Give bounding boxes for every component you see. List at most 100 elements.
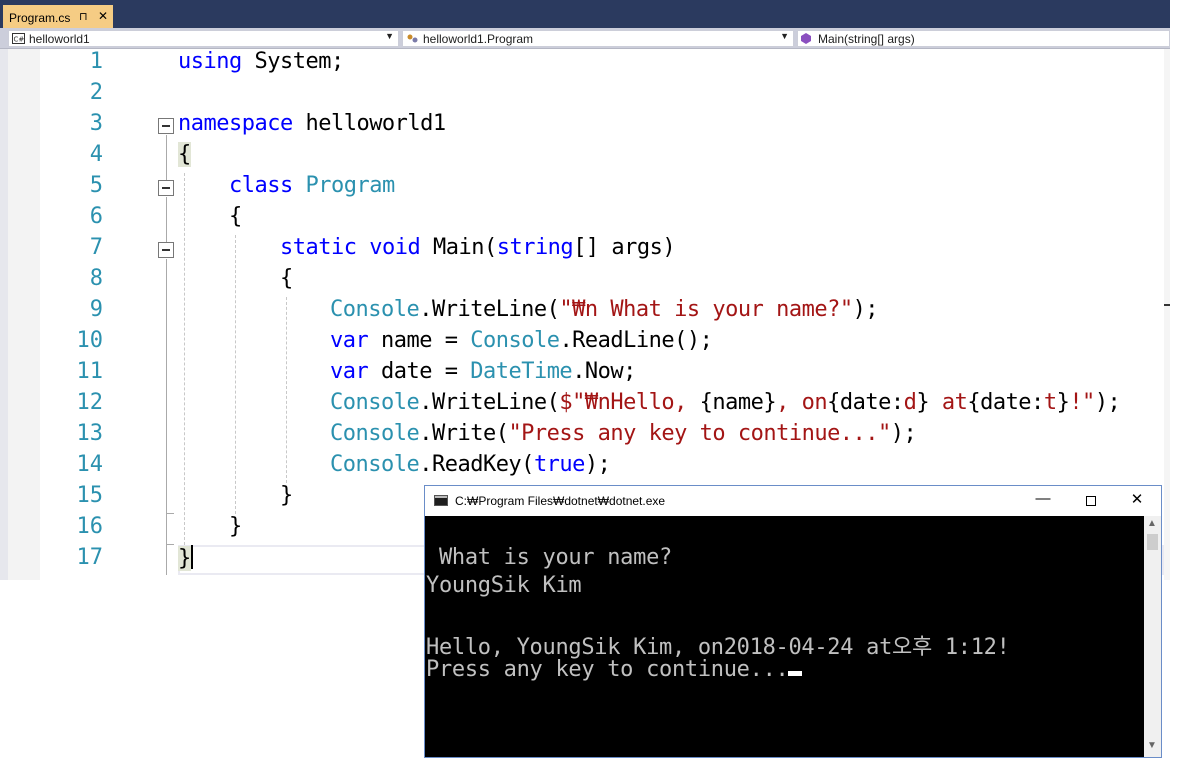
type-name: Console <box>330 452 420 477</box>
class-name: helloworld1.Program <box>423 32 534 46</box>
code-line-11: var date = DateTime.Now; <box>330 359 636 384</box>
code-text: ); <box>852 297 879 322</box>
console-cursor <box>788 671 803 676</box>
string-literal: !" <box>1069 390 1095 415</box>
console-window[interactable]: C:₩Program Files₩dotnet₩dotnet.exe — ✕ W… <box>424 485 1162 758</box>
console-line: Press any key to continue... <box>426 657 789 682</box>
matched-brace: { <box>178 142 191 167</box>
code-text: } <box>280 483 293 508</box>
line-number: 17 <box>76 545 104 570</box>
keyword: true <box>533 452 585 477</box>
format-specifier: t <box>1043 390 1057 415</box>
chevron-down-icon: ▼ <box>780 31 789 41</box>
code-text: System; <box>241 49 344 74</box>
line-number: 14 <box>76 452 104 477</box>
console-line: YoungSik Kim <box>426 573 582 598</box>
code-line-7: static void Main(string[] args) <box>280 235 676 260</box>
code-line-15: } <box>280 483 293 508</box>
code-text: { <box>280 266 293 291</box>
code-line-16: } <box>229 514 242 539</box>
line-number: 15 <box>76 483 104 508</box>
chevron-down-icon: ▼ <box>385 31 394 41</box>
string-literal: "₩n What is your name?" <box>559 297 853 322</box>
code-text: .WriteLine( <box>419 390 560 415</box>
navigation-bar: C# helloworld1 ▼ helloworld1.Program ▼ M… <box>0 28 1170 49</box>
member-name: Main(string[] args) <box>818 32 915 46</box>
line-number: 11 <box>76 359 104 384</box>
outline-line <box>166 259 167 575</box>
code-line-6: { <box>229 204 242 229</box>
close-button[interactable]: ✕ <box>1122 490 1152 512</box>
code-line-3: namespace helloworld1 <box>178 111 446 136</box>
indent-guide <box>235 235 236 514</box>
line-number: 10 <box>76 328 104 353</box>
code-text: ); <box>1094 390 1121 415</box>
code-text: .Now; <box>572 359 636 384</box>
csharp-project-icon: C# <box>12 33 25 44</box>
keyword: string <box>496 235 574 260</box>
code-line-10: var name = Console.ReadLine(); <box>330 328 713 353</box>
tab-program-cs[interactable]: Program.cs ⊓ ✕ <box>3 5 113 28</box>
scrollbar-marker <box>1164 304 1170 306</box>
console-line: What is your name? <box>426 545 672 570</box>
keyword: class <box>229 173 293 198</box>
outline-end <box>166 544 174 545</box>
keyword: static <box>280 235 357 260</box>
project-name: helloworld1 <box>29 32 90 46</box>
string-literal: $"₩nHello, <box>559 390 700 415</box>
console-title: C:₩Program Files₩dotnet₩dotnet.exe <box>455 494 666 508</box>
matched-brace: } <box>178 546 191 571</box>
string-literal: "Press any key to continue..." <box>508 421 891 446</box>
outline-line <box>166 197 167 242</box>
maximize-icon <box>1086 496 1096 506</box>
indent-guide <box>184 173 185 545</box>
line-number: 16 <box>76 514 104 539</box>
line-number: 1 <box>89 49 103 74</box>
code-text: ); <box>584 452 611 477</box>
svg-text:C#: C# <box>14 36 25 44</box>
console-output[interactable]: What is your name? YoungSik Kim Hello, Y… <box>425 516 1144 757</box>
type-name: Console <box>330 297 420 322</box>
console-app-icon <box>434 495 448 506</box>
code-line-14: Console.ReadKey(true); <box>330 452 611 477</box>
collapse-method-icon[interactable] <box>158 242 174 258</box>
code-text: helloworld1 <box>292 111 446 136</box>
line-number: 2 <box>89 80 103 105</box>
format-specifier: d <box>903 390 917 415</box>
minimize-button[interactable]: — <box>1028 490 1058 512</box>
line-number: 5 <box>89 173 103 198</box>
collapse-namespace-icon[interactable] <box>158 118 174 134</box>
code-text: ); <box>890 421 917 446</box>
keyword: var <box>330 359 369 384</box>
line-number: 8 <box>89 266 103 291</box>
console-titlebar[interactable]: C:₩Program Files₩dotnet₩dotnet.exe — ✕ <box>425 486 1161 516</box>
scroll-thumb[interactable] <box>1147 534 1158 550</box>
code-text: .Write( <box>419 421 509 446</box>
line-number: 6 <box>89 204 103 229</box>
console-vertical-scrollbar[interactable]: ▲ ▼ <box>1144 516 1161 757</box>
class-dropdown[interactable]: helloworld1.Program ▼ <box>402 30 794 47</box>
code-line-4: { <box>178 142 191 167</box>
scroll-up-icon[interactable]: ▲ <box>1147 518 1157 529</box>
method-icon <box>801 33 811 44</box>
outline-end <box>166 513 174 514</box>
pin-tab-icon[interactable]: ⊓ <box>79 10 88 23</box>
tab-title: Program.cs <box>9 11 71 25</box>
member-dropdown[interactable]: Main(string[] args) <box>797 30 1170 47</box>
text-caret <box>190 545 193 569</box>
indent-guide <box>286 297 287 483</box>
editor-vertical-scrollbar[interactable] <box>1164 49 1170 580</box>
code-text: name = <box>368 328 471 353</box>
collapse-class-icon[interactable] <box>158 180 174 196</box>
line-number: 3 <box>89 111 103 136</box>
code-text: Main( <box>432 235 497 260</box>
project-dropdown[interactable]: C# helloworld1 ▼ <box>8 30 399 47</box>
editor-left-strip <box>0 49 8 580</box>
type-name: Console <box>330 390 420 415</box>
close-tab-icon[interactable]: ✕ <box>98 9 108 23</box>
type-name: Console <box>470 328 560 353</box>
line-number: 12 <box>76 390 104 415</box>
scroll-down-icon[interactable]: ▼ <box>1147 740 1157 751</box>
maximize-button[interactable] <box>1076 490 1106 512</box>
interpolation: {date: <box>967 390 1044 415</box>
